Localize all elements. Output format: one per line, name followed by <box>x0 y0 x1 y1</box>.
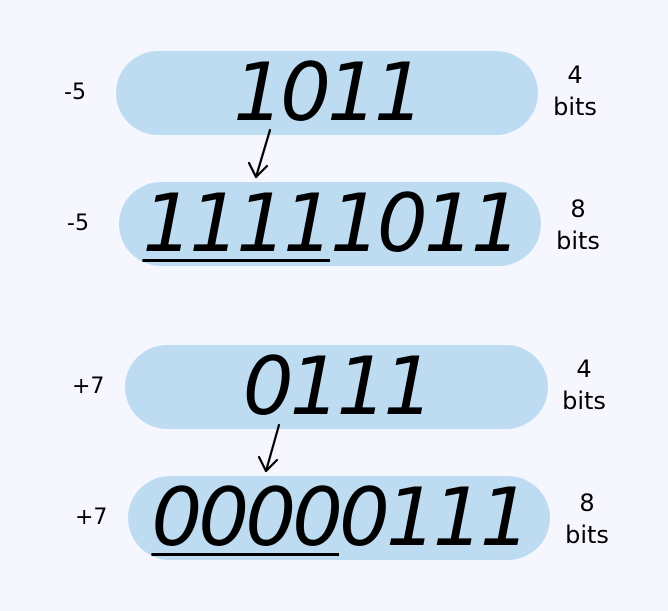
extension-arrow-icon-1 <box>247 128 272 179</box>
extension-arrow-icon-2 <box>257 423 281 473</box>
arrows-layer <box>247 128 281 473</box>
